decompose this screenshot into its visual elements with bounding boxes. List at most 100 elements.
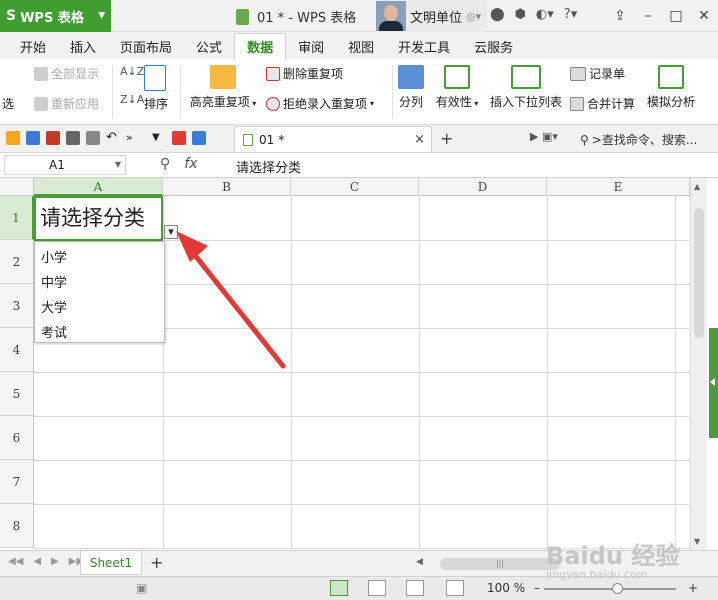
column-header-d[interactable]: D <box>419 178 547 196</box>
column-header-e[interactable]: E <box>547 178 690 196</box>
remove-duplicates-button[interactable]: 删除重复项 <box>266 65 343 82</box>
formula-input[interactable]: 请选择分类 <box>236 157 301 176</box>
row-header-4[interactable]: 4 <box>0 328 34 372</box>
row-header-8[interactable]: 8 <box>0 504 34 548</box>
save-icon[interactable] <box>26 131 40 145</box>
zoom-level[interactable]: 100 % <box>487 581 525 595</box>
prev-sheet-icon[interactable]: ◀ <box>33 556 41 567</box>
print-icon[interactable] <box>66 131 80 145</box>
zoom-in-button[interactable]: + <box>688 581 698 595</box>
open-icon[interactable] <box>6 131 20 145</box>
app-menu-button[interactable]: S WPS 表格 ▼ <box>0 0 111 32</box>
file-tab[interactable]: 01 * × <box>234 126 432 152</box>
filter-select-button[interactable]: 选 <box>2 95 14 112</box>
next-sheet-icon[interactable]: ▶ <box>51 556 59 567</box>
formula-tools: ⚲ fx <box>160 156 197 172</box>
add-sheet-button[interactable]: + <box>150 553 163 572</box>
active-cell-a1[interactable]: 请选择分类 <box>34 196 163 241</box>
row-header-6[interactable]: 6 <box>0 416 34 460</box>
record-form-button[interactable]: 记录单 <box>570 65 625 82</box>
first-sheet-icon[interactable]: ◀◀ <box>8 556 23 567</box>
side-panel-toggle[interactable] <box>707 178 718 550</box>
page-break-view-button[interactable] <box>368 580 386 596</box>
merge-calculate-button[interactable]: 合并计算 <box>570 95 635 112</box>
new-tab-button[interactable]: + <box>440 129 453 148</box>
dropdown-option-elementary[interactable]: 小学 <box>35 246 164 271</box>
cell-dropdown-button[interactable]: ▼ <box>164 225 178 239</box>
reject-duplicates-label: 拒绝录入重复项 <box>283 97 368 111</box>
sort-button[interactable]: 排序 <box>144 95 168 112</box>
column-header-a[interactable]: A <box>34 178 163 196</box>
zoom-slider[interactable] <box>544 583 676 594</box>
zoom-out-button[interactable]: – <box>534 581 540 595</box>
sort-ascending-icon[interactable]: A↓Z <box>120 65 144 78</box>
tab-view[interactable]: 视图 <box>336 33 386 59</box>
row-header-5[interactable]: 5 <box>0 372 34 416</box>
dropdown-option-university[interactable]: 大学 <box>35 296 164 321</box>
normal-view-button[interactable] <box>330 580 348 596</box>
scroll-up-icon[interactable]: ▲ <box>694 182 700 191</box>
tab-insert[interactable]: 插入 <box>58 33 108 59</box>
minimize-button[interactable]: – <box>634 0 662 32</box>
split-columns-button[interactable]: 分列 <box>396 65 426 110</box>
tab-review[interactable]: 审阅 <box>286 33 336 59</box>
vertical-scrollbar[interactable]: ▲ ▼ <box>690 178 707 550</box>
what-if-analysis-button[interactable]: 模拟分析 <box>644 65 698 110</box>
ribbon-collapse-icon[interactable]: ⇪ <box>606 0 634 32</box>
close-button[interactable]: ✕ <box>690 0 718 32</box>
data-validation-button[interactable]: 有效性 ▾ <box>432 65 482 110</box>
name-box[interactable]: A1 ▼ <box>4 155 126 175</box>
row-header-1[interactable]: 1 <box>0 196 34 240</box>
row-header-2[interactable]: 2 <box>0 240 34 284</box>
column-header-b[interactable]: B <box>163 178 291 196</box>
select-all-corner[interactable] <box>0 178 34 196</box>
user-menu-icon[interactable]: ◎▾ <box>466 10 481 23</box>
tab-developer[interactable]: 开发工具 <box>386 33 462 59</box>
insert-function-button[interactable]: fx <box>184 156 197 172</box>
skin-icon[interactable]: ⬤ <box>490 7 505 22</box>
maximize-button[interactable]: □ <box>662 0 690 32</box>
scrollbar-thumb[interactable] <box>694 208 704 338</box>
zoom-icon[interactable]: ⚲ <box>160 156 170 172</box>
scrollbar-thumb[interactable]: ||| <box>440 558 560 570</box>
row-header-7[interactable]: 7 <box>0 460 34 504</box>
tab-home[interactable]: 开始 <box>8 33 58 59</box>
user-account[interactable]: 文明单位 ◎▾ <box>376 0 488 32</box>
undo-icon[interactable]: ↶ <box>106 131 120 145</box>
spreadsheet-grid[interactable]: A B C D E 1 2 3 4 5 6 7 8 请选择分类 ▼ 小学 中学 … <box>0 178 690 550</box>
customize-menu-icon[interactable]: ▼ <box>152 131 166 145</box>
zoom-slider-knob[interactable] <box>612 583 623 594</box>
chevron-down-icon[interactable]: ▼ <box>115 156 121 174</box>
column-header-c[interactable]: C <box>291 178 419 196</box>
wps-docs-icon[interactable] <box>172 131 186 145</box>
command-search[interactable]: ⚲ >查找命令、搜索... <box>580 131 697 148</box>
redo-icon[interactable]: » <box>126 131 140 145</box>
close-icon[interactable]: × <box>414 132 425 147</box>
scroll-left-icon[interactable]: ◀ <box>416 557 423 567</box>
row-header-3[interactable]: 3 <box>0 284 34 328</box>
help-icon[interactable]: ?▾ <box>564 7 577 22</box>
dropdown-option-exam[interactable]: 考试 <box>35 321 164 346</box>
settings-icon[interactable]: ⬢ <box>515 7 526 22</box>
reapply-button[interactable]: 重新应用 <box>34 95 99 112</box>
sort-descending-icon[interactable]: Z↓A <box>120 93 144 106</box>
tab-tools-icon[interactable]: ▶ ▣▾ <box>530 130 558 143</box>
export-pdf-icon[interactable] <box>46 131 60 145</box>
tab-formulas[interactable]: 公式 <box>184 33 234 59</box>
dropdown-option-middle-school[interactable]: 中学 <box>35 271 164 296</box>
tab-data[interactable]: 数据 <box>234 33 287 59</box>
tab-cloud[interactable]: 云服务 <box>462 33 525 59</box>
feedback-icon[interactable]: ◐▾ <box>536 7 554 22</box>
cloud-icon[interactable] <box>192 131 206 145</box>
print-preview-icon[interactable] <box>86 131 100 145</box>
page-layout-view-button[interactable] <box>406 580 424 596</box>
highlight-duplicates-button[interactable]: 高亮重复项 ▾ <box>188 65 258 110</box>
insert-dropdown-list-button[interactable]: 插入下拉列表 <box>488 65 564 110</box>
scroll-down-icon[interactable]: ▼ <box>694 537 700 546</box>
reading-mode-button[interactable] <box>446 580 464 596</box>
tab-page-layout[interactable]: 页面布局 <box>108 33 184 59</box>
reject-duplicates-button[interactable]: 拒绝录入重复项 ▾ <box>266 95 374 112</box>
show-all-button[interactable]: 全部显示 <box>34 65 99 82</box>
sheet-tab-sheet1[interactable]: Sheet1 <box>80 551 142 575</box>
macro-record-icon[interactable]: ▣ <box>136 581 147 595</box>
